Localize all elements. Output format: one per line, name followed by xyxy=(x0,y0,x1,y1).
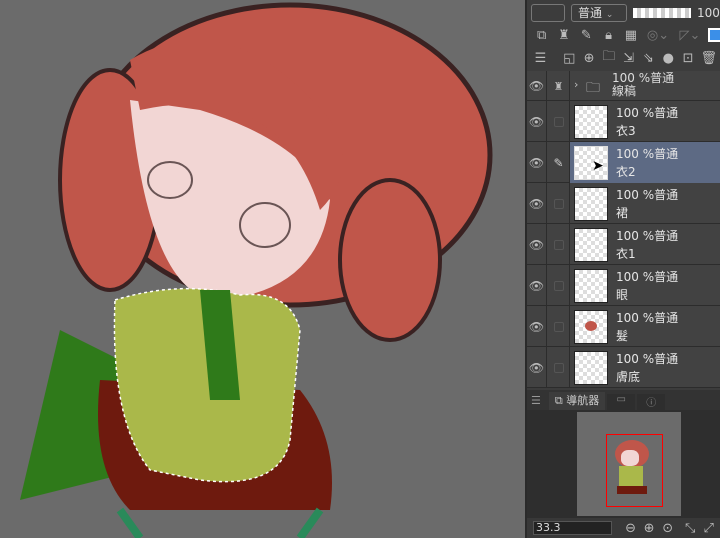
chevron-down-icon: ⌄ xyxy=(605,10,614,20)
layer-color-icon[interactable] xyxy=(708,28,720,42)
lock-checkbox[interactable] xyxy=(548,347,570,388)
tab-info[interactable]: ⓘ xyxy=(637,394,666,410)
eye-icon[interactable]: 👁︎ xyxy=(527,71,547,101)
layer-row[interactable]: 👁︎ 100 %普通 衣1 xyxy=(527,224,720,265)
layer-folder-row[interactable]: 👁︎ ♜ › 🗀︎ 100 %普通 線稿 xyxy=(527,71,720,101)
zoom-in-icon[interactable]: ⊕ xyxy=(641,519,658,537)
navigator-tab-bar: ☰ ⧉ 導航器 ▭ ⓘ xyxy=(527,390,720,410)
chevron-right-icon[interactable]: › xyxy=(574,78,578,91)
create-mask-icon[interactable]: ● xyxy=(661,49,676,67)
reference-layer-icon[interactable]: ♜ xyxy=(555,26,572,44)
lock-checkbox[interactable] xyxy=(548,224,570,265)
eye-icon[interactable]: 👁︎ xyxy=(527,265,547,306)
tab-navigator[interactable]: ⧉ 導航器 xyxy=(548,392,606,410)
layer-row[interactable]: 👁︎ 100 %普通裙 xyxy=(527,183,720,224)
eye-icon[interactable]: 👁︎ xyxy=(527,306,547,347)
layer-menu-icon[interactable]: ☰ xyxy=(533,49,548,67)
new-raster-layer-icon[interactable]: ◱ xyxy=(562,49,577,67)
ruler-icon[interactable]: ◸⌄ xyxy=(676,26,703,44)
opacity-value[interactable]: 100 xyxy=(697,6,720,20)
clip-icon[interactable]: ⧉ xyxy=(533,26,550,44)
fit-window-icon[interactable]: ⤢ xyxy=(700,519,717,537)
character-illustration xyxy=(20,2,493,538)
layer-thumbnail xyxy=(574,228,608,262)
new-vector-layer-icon[interactable]: ⊕ xyxy=(582,49,597,67)
layer-toolbar-2: ☰ ◱ ⊕ 🗀︎ ⇲ ⇘ ● ⊡ 🗑︎ xyxy=(527,46,720,70)
navigator-panel[interactable] xyxy=(527,410,720,518)
layer-row[interactable]: 👁︎ 100 %普通髮 xyxy=(527,306,720,347)
eye-icon[interactable]: 👁︎ xyxy=(527,183,547,224)
zoom-input[interactable]: 33.3 xyxy=(533,521,613,535)
eye-icon[interactable]: 👁︎ xyxy=(527,347,547,388)
delete-layer-icon[interactable]: 🗑︎ xyxy=(701,49,718,67)
navigator-icon: ⧉ xyxy=(554,394,567,407)
layer-property-bar: 普通 ⌄ 100 xyxy=(527,2,720,24)
new-folder-icon[interactable]: 🗀︎ xyxy=(601,49,616,67)
layer-thumbnail xyxy=(574,351,608,385)
transfer-down-icon[interactable]: ⇲ xyxy=(621,49,636,67)
layer-row[interactable]: 👁︎ 100 %普通眼 xyxy=(527,265,720,306)
reference-icon[interactable]: ♜ xyxy=(548,71,570,101)
layer-row[interactable]: 👁︎ 100 %普通 膚底 xyxy=(527,347,720,388)
tab-sub-view[interactable]: ▭ xyxy=(607,394,636,410)
mouse-cursor-icon: ➤ xyxy=(592,158,604,174)
layer-toolbar-1: ⧉ ♜ ✎ 🔒︎ ▦ ◎⌄ ◸⌄ xyxy=(527,24,720,46)
lock-transparency-icon[interactable]: ▦ xyxy=(622,26,639,44)
layer-panel: 普通 ⌄ 100 ⧉ ♜ ✎ 🔒︎ ▦ ◎⌄ ◸⌄ ☰ ◱ ⊕ 🗀︎ ⇲ ⇘ ●… xyxy=(525,0,720,538)
color-type-dropdown[interactable] xyxy=(531,4,565,22)
apply-mask-icon[interactable]: ⊡ xyxy=(681,49,696,67)
zoom-out-icon[interactable]: ⊖ xyxy=(622,519,639,537)
draft-icon[interactable]: ✎ xyxy=(578,26,595,44)
drawing-canvas[interactable] xyxy=(0,0,525,538)
fit-icon[interactable]: ⤡ xyxy=(682,519,699,537)
mask-icon[interactable]: ◎⌄ xyxy=(645,26,672,44)
lock-checkbox[interactable] xyxy=(548,265,570,306)
layer-row[interactable]: 👁︎ 100 %普通 衣3 xyxy=(527,101,720,142)
eye-icon[interactable]: 👁︎ xyxy=(527,142,547,183)
lock-icon[interactable]: 🔒︎ xyxy=(600,26,617,44)
folder-icon: 🗀︎ xyxy=(586,80,600,96)
pencil-icon: ✎ xyxy=(548,142,570,183)
lock-checkbox[interactable] xyxy=(548,306,570,347)
layer-thumbnail xyxy=(574,310,608,344)
opacity-slider[interactable] xyxy=(633,8,691,18)
lock-checkbox[interactable] xyxy=(548,101,570,142)
navigator-bottom-bar: 33.3 ⊖ ⊕ ⊙ ⤡ ⤢ xyxy=(527,518,720,538)
eye-icon[interactable]: 👁︎ xyxy=(527,101,547,142)
merge-down-icon[interactable]: ⇘ xyxy=(641,49,656,67)
layer-thumbnail xyxy=(574,105,608,139)
actual-size-icon[interactable]: ⊙ xyxy=(659,519,676,537)
menu-icon[interactable]: ☰ xyxy=(531,394,541,407)
eye-icon[interactable]: 👁︎ xyxy=(527,224,547,265)
layer-thumbnail xyxy=(574,269,608,303)
layer-thumbnail xyxy=(574,187,608,221)
layer-row-selected[interactable]: 👁︎ ✎ 100 %普通 衣2 ➤ xyxy=(527,142,720,183)
lock-checkbox[interactable] xyxy=(548,183,570,224)
navigator-preview xyxy=(577,412,681,516)
blend-mode-dropdown[interactable]: 普通 ⌄ xyxy=(571,4,627,22)
